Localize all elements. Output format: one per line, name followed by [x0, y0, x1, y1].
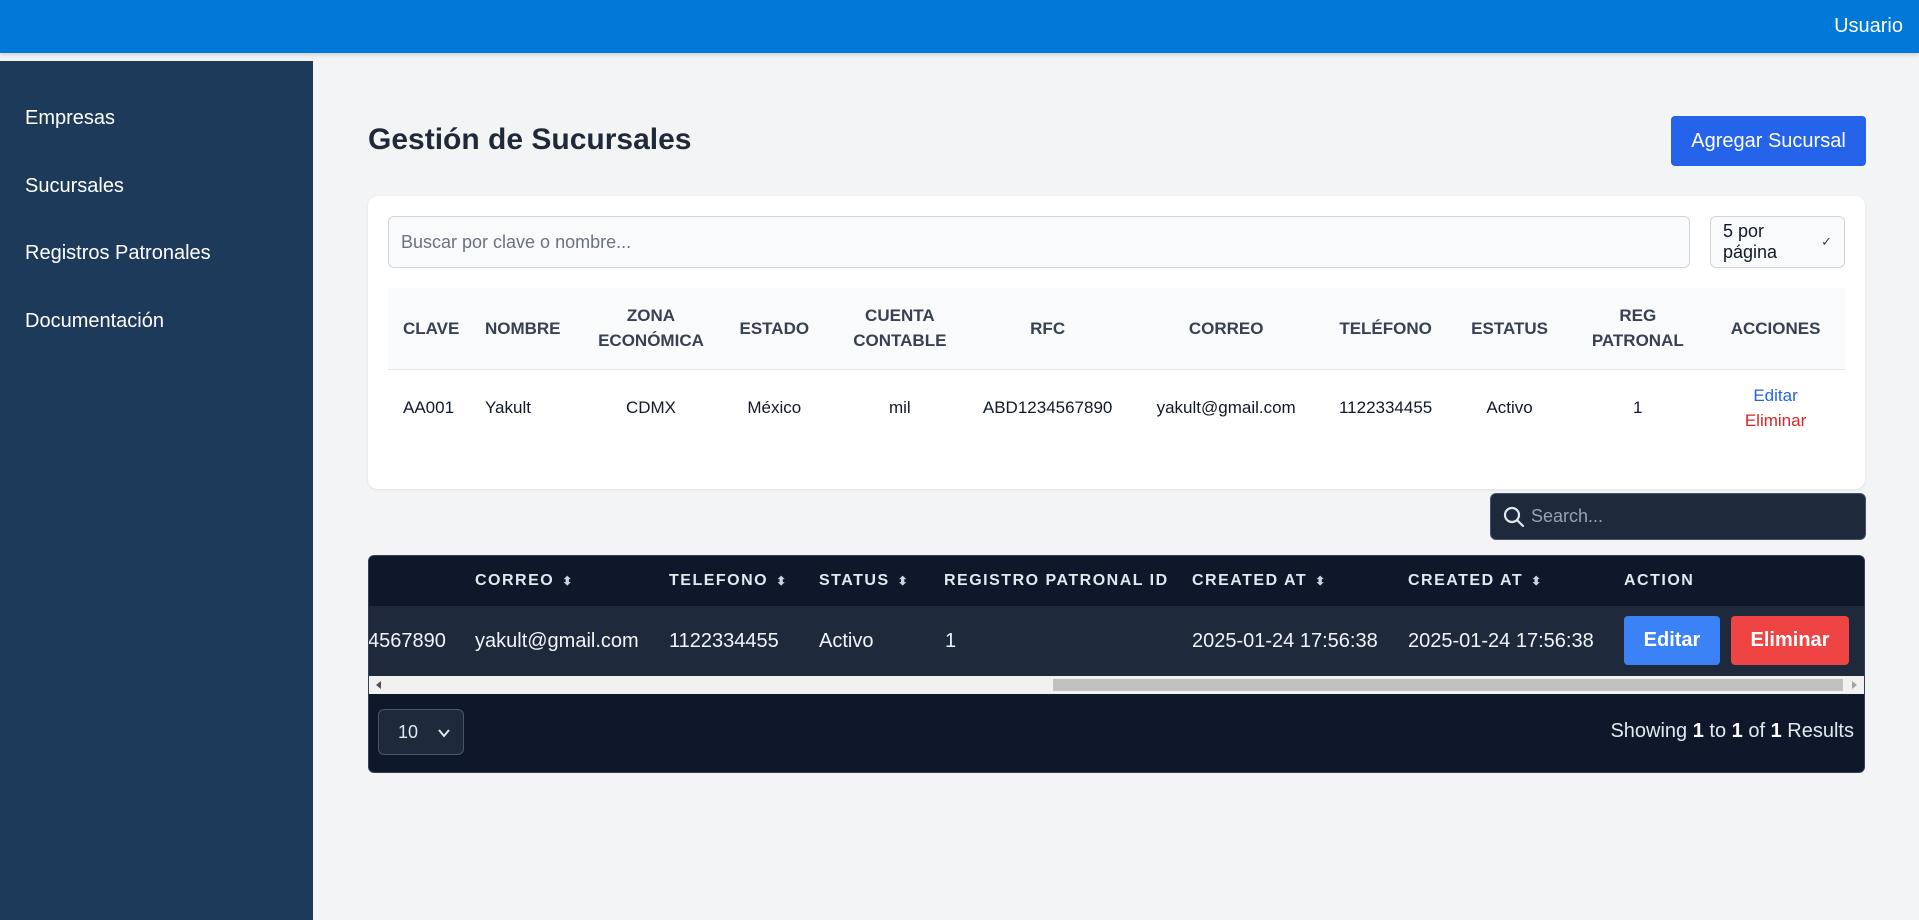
showing-suffix: Results — [1787, 720, 1854, 742]
col-acciones: ACCIONES — [1730, 318, 1821, 338]
page-size-value: 10 — [398, 721, 419, 742]
dt-col-created-2-label: CREATED AT — [1408, 572, 1524, 589]
page-title: Gestión de Sucursales — [368, 123, 692, 156]
showing-to-word: to — [1709, 720, 1727, 742]
sucursales-card: 5 por página ✓ CLAVE NOMBRE ZONA ECONÓMI… — [368, 196, 1865, 489]
per-page-value: 5 por página — [1723, 221, 1778, 262]
cell-cuenta: mil — [888, 398, 911, 418]
top-bar: Usuario — [0, 0, 1919, 53]
cell-nombre: Yakult — [484, 398, 531, 418]
datatable-search-input[interactable] — [1531, 494, 1851, 539]
delete-button[interactable]: Eliminar — [1731, 616, 1849, 665]
sort-icon: ⬍ — [897, 574, 908, 588]
col-zona: ZONA ECONÓMICA — [598, 306, 704, 351]
col-estado: ESTADO — [739, 318, 810, 338]
edit-button[interactable]: Editar — [1624, 616, 1720, 665]
dt-cell-created-2: 2025-01-24 17:56:38 — [1408, 630, 1594, 652]
cell-estatus: Activo — [1486, 398, 1533, 418]
showing-to: 1 — [1731, 720, 1743, 742]
col-nombre: NOMBRE — [484, 318, 561, 338]
cell-rfc: ABD1234567890 — [982, 398, 1113, 418]
col-telefono: TELÉFONO — [1339, 318, 1432, 338]
cell-telefono: 1122334455 — [1338, 398, 1433, 418]
edit-link[interactable]: Editar — [1712, 383, 1839, 408]
col-estatus: ESTATUS — [1471, 318, 1548, 338]
cell-estado: México — [747, 398, 802, 418]
showing-total: 1 — [1770, 720, 1782, 742]
datatable: CORREO ⬍ TELEFONO ⬍ STATUS ⬍ REGISTRO PATRO… — [368, 555, 1865, 773]
dt-col-created-at-2[interactable]: CREATED AT ⬍ — [1408, 572, 1541, 590]
add-sucursal-button[interactable]: Agregar Sucursal — [1671, 116, 1866, 166]
col-rfc: RFC — [1030, 318, 1066, 338]
datatable-search — [1490, 493, 1866, 540]
dt-cell-rfc: 4567890 — [368, 630, 446, 652]
dt-col-created-label: CREATED AT — [1192, 572, 1308, 589]
cell-acciones: Editar Eliminar — [1706, 369, 1845, 447]
results-summary: Showing 1 to 1 of 1 Results — [1610, 720, 1854, 743]
col-cuenta: CUENTA CONTABLE — [853, 306, 947, 351]
sidebar-item-registros-patronales[interactable]: Registros Patronales — [25, 242, 211, 265]
chevron-down-icon — [438, 729, 450, 738]
horizontal-scrollbar[interactable] — [369, 676, 1864, 694]
dt-cell-correo: yakult@gmail.com — [475, 630, 639, 652]
datatable-footer: 10 Showing 1 to 1 of 1 Results — [369, 694, 1864, 772]
sort-icon: ⬍ — [562, 574, 573, 588]
check-icon: ✓ — [1821, 234, 1832, 249]
showing-of-word: of — [1748, 720, 1766, 742]
dt-col-registro: REGISTRO PATRONAL ID — [944, 572, 1169, 589]
delete-link[interactable]: Eliminar — [1712, 408, 1839, 433]
col-correo: CORREO — [1188, 318, 1264, 338]
cell-zona: CDMX — [625, 398, 677, 418]
showing-from: 1 — [1692, 720, 1704, 742]
dt-col-telefono-label: TELEFONO — [669, 572, 769, 589]
dt-col-status-label: STATUS — [819, 572, 890, 589]
cell-reg-patronal: 1 — [1633, 398, 1643, 418]
per-page-select[interactable]: 5 por página ✓ — [1710, 216, 1845, 268]
dt-col-created-at[interactable]: CREATED AT ⬍ — [1192, 572, 1325, 590]
sort-icon: ⬍ — [776, 574, 787, 588]
sort-icon: ⬍ — [1531, 574, 1542, 588]
table-row: AA001 Yakult CDMX México mil ABD12345678… — [388, 369, 1845, 447]
search-input[interactable] — [388, 216, 1690, 268]
cell-clave: AA001 — [403, 398, 455, 418]
dt-col-correo-label: CORREO — [475, 572, 555, 589]
sort-icon: ⬍ — [1315, 574, 1326, 588]
scrollbar-thumb[interactable] — [1053, 679, 1843, 691]
table-row: 4567890 yakult@gmail.com 1122334455 Acti… — [369, 606, 1864, 676]
scroll-left-icon[interactable] — [376, 681, 381, 689]
dt-col-status[interactable]: STATUS ⬍ — [819, 572, 908, 590]
col-clave: CLAVE — [403, 318, 460, 338]
search-icon — [1503, 506, 1525, 528]
datatable-header: CORREO ⬍ TELEFONO ⬍ STATUS ⬍ REGISTRO PATRO… — [369, 556, 1864, 606]
page-size-select[interactable]: 10 — [378, 709, 464, 755]
sidebar-item-empresas[interactable]: Empresas — [25, 107, 115, 130]
dt-cell-telefono: 1122334455 — [669, 630, 779, 652]
dt-cell-created-1: 2025-01-24 17:56:38 — [1192, 630, 1378, 652]
sucursales-table: CLAVE NOMBRE ZONA ECONÓMICA ESTADO CUENT… — [388, 288, 1845, 447]
cell-correo: yakult@gmail.com — [1156, 398, 1296, 418]
dt-col-action: ACTION — [1624, 572, 1695, 589]
showing-prefix: Showing — [1610, 720, 1688, 742]
dt-cell-registro: 1 — [945, 630, 957, 652]
dt-col-telefono[interactable]: TELEFONO ⬍ — [669, 572, 786, 590]
sidebar-item-documentacion[interactable]: Documentación — [25, 310, 164, 333]
dt-cell-status: Activo — [819, 630, 874, 652]
sidebar-item-sucursales[interactable]: Sucursales — [25, 175, 124, 198]
dt-col-correo[interactable]: CORREO ⬍ — [475, 572, 572, 590]
scroll-right-icon[interactable] — [1852, 681, 1857, 689]
sidebar: Empresas Sucursales Registros Patronales… — [0, 61, 313, 920]
col-reg-patronal: REG PATRONAL — [1591, 306, 1684, 351]
table-header-row: CLAVE NOMBRE ZONA ECONÓMICA ESTADO CUENT… — [388, 288, 1845, 369]
user-menu[interactable]: Usuario — [1834, 15, 1903, 38]
